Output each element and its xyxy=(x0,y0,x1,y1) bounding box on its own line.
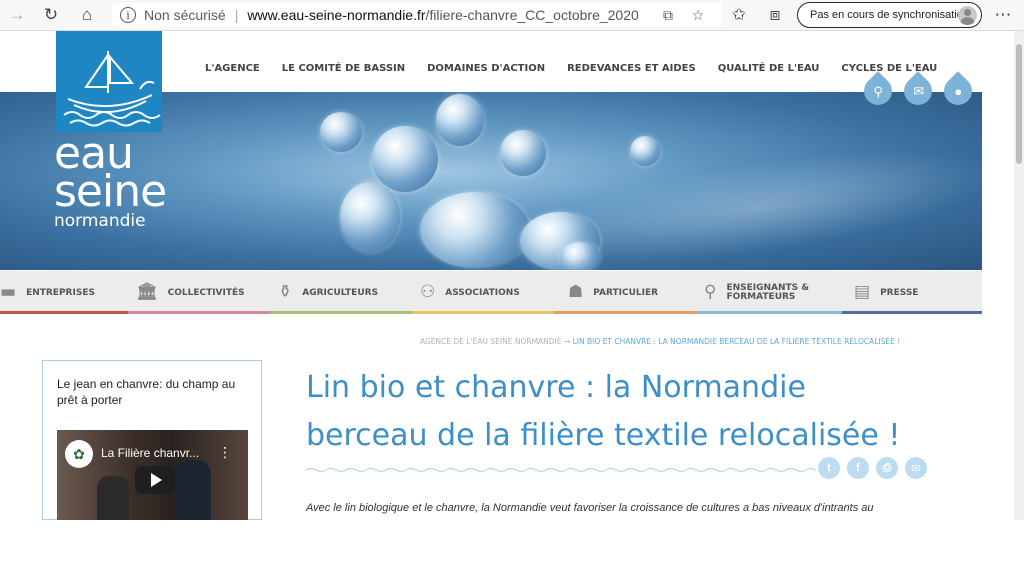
water-drop xyxy=(630,136,660,166)
article-title-line1: Lin bio et chanvre : la Normandie xyxy=(306,370,806,405)
teacher-icon: ⚲ xyxy=(704,282,717,302)
breadcrumb-home[interactable]: AGENCE DE L'EAU SEINE NORMANDIE xyxy=(420,337,562,346)
twitter-icon[interactable]: t xyxy=(818,457,840,479)
sidebar-video-title: Le jean en chanvre: du champ au prêt à p… xyxy=(57,377,236,407)
nav-item-agence[interactable]: L'AGENCE xyxy=(205,63,260,74)
breadcrumb-current: LIN BIO ET CHANVRE : LA NORMANDIE BERCEA… xyxy=(572,337,901,346)
nav-item-cycles-eau[interactable]: CYCLES DE L'EAU xyxy=(841,63,937,74)
audience-color-bar xyxy=(842,311,982,314)
scrollbar-thumb[interactable] xyxy=(1016,44,1022,164)
mail-icon: ✉ xyxy=(912,83,924,99)
site-logo[interactable] xyxy=(56,31,162,132)
back-icon[interactable]: → xyxy=(4,3,30,27)
water-drop xyxy=(500,130,546,176)
user-icon: ● xyxy=(954,83,962,99)
refresh-icon[interactable]: ↻ xyxy=(38,3,64,27)
water-drop xyxy=(372,126,438,192)
search-icon: ⚲ xyxy=(873,83,883,99)
audience-item-presse[interactable]: ▤ PRESSE xyxy=(842,271,982,314)
address-separator: | xyxy=(234,7,239,23)
audience-item-enseignants[interactable]: ⚲ ENSEIGNANTS & FORMATEURS xyxy=(698,271,842,314)
video-menu-icon[interactable]: ⋮ xyxy=(218,444,232,461)
reader-icon[interactable]: ⧉ xyxy=(658,6,678,24)
nav-item-comite-de-bassin[interactable]: LE COMITÉ DE BASSIN xyxy=(282,63,405,74)
audience-item-associations[interactable]: ⚇ ASSOCIATIONS xyxy=(412,271,554,314)
nav-item-domaines-action[interactable]: DOMAINES D'ACTION xyxy=(427,63,545,74)
info-icon[interactable]: i xyxy=(120,7,136,23)
video-title[interactable]: La Filière chanvr... xyxy=(101,446,199,460)
audience-color-bar xyxy=(270,311,412,314)
avatar xyxy=(958,6,977,25)
menu-icon[interactable]: ⋯ xyxy=(990,3,1016,27)
breadcrumb: AGENCE DE L'EAU SEINE NORMANDIE → LIN BI… xyxy=(420,337,900,346)
insecure-label: Non sécurisé xyxy=(144,7,226,23)
water-drop xyxy=(320,112,362,152)
play-button[interactable] xyxy=(135,466,175,494)
audience-item-particulier[interactable]: ☗ PARTICULIER xyxy=(554,271,698,314)
audience-item-entreprises[interactable]: ▬ ENTREPRISES xyxy=(0,271,128,314)
title-wave-divider xyxy=(306,467,816,473)
web-page: eau seine normandie L'AGENCE LE COMITÉ D… xyxy=(0,31,1014,520)
sidebar-video-box: Le jean en chanvre: du champ au prêt à p… xyxy=(42,360,262,520)
audience-color-bar xyxy=(412,311,554,314)
audience-color-bar xyxy=(128,311,270,314)
main-navigation: L'AGENCE LE COMITÉ DE BASSIN DOMAINES D'… xyxy=(205,63,959,74)
article-intro: Avec le lin biologique et le chanvre, la… xyxy=(306,502,874,514)
share-buttons: t f ⎙ ✉ xyxy=(818,457,927,479)
article-title: Lin bio et chanvre : la Normandie bercea… xyxy=(306,364,946,460)
audience-item-agriculteurs[interactable]: ⚱ AGRICULTEURS xyxy=(270,271,412,314)
audience-color-bar xyxy=(554,311,698,314)
email-icon[interactable]: ✉ xyxy=(905,457,927,479)
star-icon[interactable]: ☆ xyxy=(688,6,708,24)
collections-icon[interactable]: ⧈ xyxy=(762,3,788,27)
logo-wordmark[interactable]: eau seine normandie xyxy=(54,132,174,232)
url-path: /filiere-chanvre_CC_octobre_2020 xyxy=(425,7,639,23)
sync-label: Pas en cours de synchronisation xyxy=(810,9,969,21)
sync-button[interactable]: Pas en cours de synchronisation xyxy=(797,2,982,28)
home-icon[interactable]: ⌂ xyxy=(74,3,100,27)
video-player[interactable]: ✿ La Filière chanvr... ⋮ xyxy=(57,430,248,520)
favorites-icon[interactable]: ✩ xyxy=(726,3,752,27)
water-drop xyxy=(436,94,484,146)
audience-color-bar xyxy=(698,311,842,314)
facebook-icon[interactable]: f xyxy=(847,457,869,479)
audience-color-bar xyxy=(0,311,128,314)
audience-navigation: ▬ ENTREPRISES 🏛 COLLECTIVITÉS ⚱ AGRICULT… xyxy=(0,271,982,314)
water-drop xyxy=(340,182,400,252)
briefcase-icon: ▬ xyxy=(0,282,17,302)
video-person xyxy=(175,460,211,520)
newspaper-icon: ▤ xyxy=(854,282,871,302)
audience-item-collectivites[interactable]: 🏛 COLLECTIVITÉS xyxy=(128,271,270,314)
water-drop xyxy=(420,192,530,268)
print-icon[interactable]: ⎙ xyxy=(876,457,898,479)
hemp-leaf-icon: ✿ xyxy=(65,440,93,468)
nav-item-redevances-aides[interactable]: REDEVANCES ET AIDES xyxy=(567,63,696,74)
people-icon: ⚇ xyxy=(420,282,436,302)
bottles-icon: ⚱ xyxy=(278,282,293,302)
building-icon: 🏛 xyxy=(136,282,158,302)
logo-line-seine: seine xyxy=(54,166,167,217)
browser-toolbar: → ↻ ⌂ i Non sécurisé | www.eau-seine-nor… xyxy=(0,0,1024,31)
url-domain: www.eau-seine-normandie.fr xyxy=(247,7,426,23)
nav-item-qualite-eau[interactable]: QUALITÉ DE L'EAU xyxy=(718,63,820,74)
water-drop xyxy=(560,242,600,270)
breadcrumb-arrow: → xyxy=(563,337,571,346)
address-bar[interactable]: i Non sécurisé | www.eau-seine-normandie… xyxy=(112,3,722,27)
boat-logo-icon xyxy=(63,51,161,127)
article-title-line2: berceau de la filière textile relocalisé… xyxy=(306,418,901,453)
video-person xyxy=(97,476,129,520)
person-icon: ☗ xyxy=(568,282,584,302)
page-bottom-blank xyxy=(0,520,1024,576)
